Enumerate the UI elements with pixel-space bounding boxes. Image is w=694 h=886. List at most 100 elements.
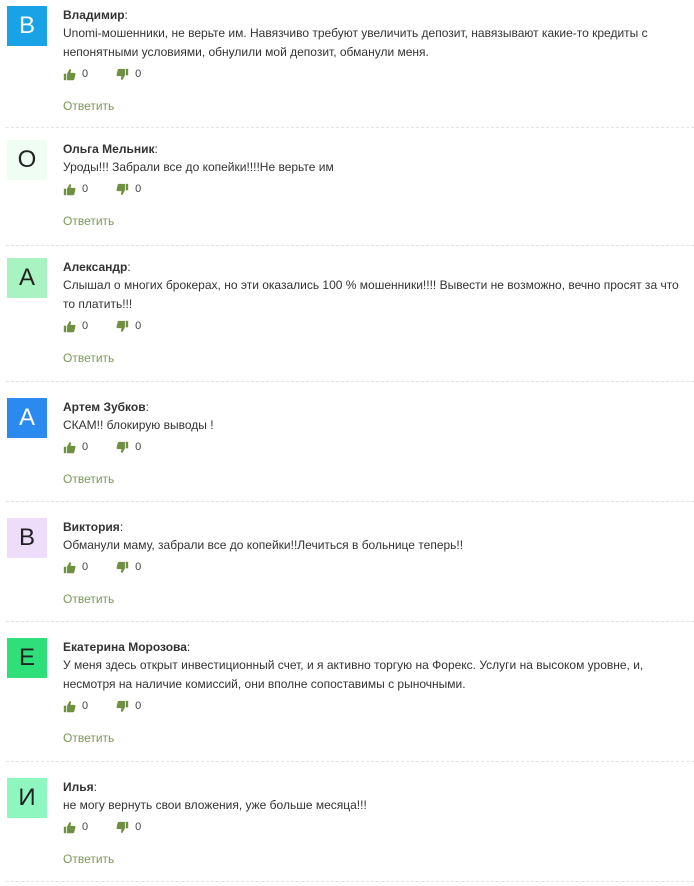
comment-text: СКАМ!! блокирую выводы ! (63, 418, 214, 432)
comment-body: Александр: Слышал о многих брокерах, но … (63, 258, 688, 367)
dislike-button[interactable]: 0 (116, 821, 141, 834)
like-button[interactable]: 0 (63, 700, 88, 713)
reply-link[interactable]: Ответить (63, 851, 114, 867)
avatar: В (7, 6, 47, 46)
avatar: А (7, 258, 47, 298)
thumbs-down-icon (116, 183, 129, 195)
comment-item: А Артем Зубков: СКАМ!! блокирую выводы !… (0, 398, 694, 502)
vote-bar: 0 0 (63, 696, 688, 716)
reply-link[interactable]: Ответить (63, 471, 114, 487)
like-button[interactable]: 0 (63, 441, 88, 454)
reply-link[interactable]: Ответить (63, 213, 114, 229)
thumbs-up-icon (63, 183, 76, 195)
comment-divider (6, 761, 694, 762)
vote-bar: 0 0 (63, 64, 688, 84)
comment-item: В Владимир: Unomi-мошенники, не верьте и… (0, 6, 694, 128)
dislike-button[interactable]: 0 (116, 183, 141, 196)
thumbs-up-icon (63, 821, 76, 833)
dislike-count: 0 (135, 183, 142, 195)
thumbs-down-icon (116, 68, 129, 80)
comment-body: Илья: не могу вернуть свои вложения, уже… (63, 778, 688, 868)
like-count: 0 (82, 320, 89, 332)
like-count: 0 (82, 821, 89, 833)
comment-body: Владимир: Unomi-мошенники, не верьте им.… (63, 6, 688, 115)
dislike-count: 0 (135, 561, 142, 573)
comment-author: Ольга Мельник (63, 142, 155, 156)
comment-author: Артем Зубков (63, 400, 146, 414)
comment-divider (6, 501, 694, 502)
dislike-button[interactable]: 0 (116, 561, 141, 574)
reply-link[interactable]: Ответить (63, 350, 114, 366)
reply-link[interactable]: Ответить (63, 98, 114, 114)
like-count: 0 (82, 68, 89, 80)
thumbs-up-icon (63, 441, 76, 453)
thumbs-down-icon (116, 441, 129, 453)
comment-divider (6, 245, 694, 246)
comment-item: В Виктория: Обманули маму, забрали все д… (0, 518, 694, 622)
dislike-button[interactable]: 0 (116, 68, 141, 81)
author-colon: : (124, 8, 128, 22)
vote-bar: 0 0 (63, 179, 688, 199)
vote-bar: 0 0 (63, 316, 688, 336)
author-colon: : (154, 142, 158, 156)
comment-body: Виктория: Обманули маму, забрали все до … (63, 518, 688, 608)
avatar: И (7, 778, 47, 818)
author-colon: : (127, 260, 131, 274)
dislike-count: 0 (135, 441, 142, 453)
reply-link[interactable]: Ответить (63, 591, 114, 607)
like-count: 0 (82, 441, 89, 453)
comment-text: У меня здесь открыт инвестиционный счет,… (63, 658, 644, 691)
comment-item: А Александр: Слышал о многих брокерах, н… (0, 258, 694, 382)
like-button[interactable]: 0 (63, 561, 88, 574)
comment-item: Е Екатерина Морозова: У меня здесь откры… (0, 638, 694, 762)
comment-item: И Илья: не могу вернуть свои вложения, у… (0, 778, 694, 882)
like-count: 0 (82, 700, 89, 712)
vote-bar: 0 0 (63, 817, 688, 837)
comment-author: Александр (63, 260, 128, 274)
thumbs-down-icon (116, 821, 129, 833)
avatar: А (7, 398, 47, 438)
dislike-count: 0 (135, 320, 142, 332)
author-colon: : (145, 400, 149, 414)
comment-body: Екатерина Морозова: У меня здесь открыт … (63, 638, 688, 747)
comment-text: Обманули маму, забрали все до копейки!!Л… (63, 538, 464, 552)
thumbs-up-icon (63, 700, 76, 712)
like-button[interactable]: 0 (63, 320, 88, 333)
avatar: В (7, 518, 47, 558)
like-button[interactable]: 0 (63, 68, 88, 81)
vote-bar: 0 0 (63, 557, 688, 577)
dislike-button[interactable]: 0 (116, 320, 141, 333)
comment-divider (6, 127, 694, 128)
author-colon: : (93, 780, 97, 794)
comment-text: Unomi-мошенники, не верьте им. Навязчиво… (63, 26, 648, 59)
dislike-button[interactable]: 0 (116, 441, 141, 454)
comment-author: Владимир (63, 8, 125, 22)
author-colon: : (119, 520, 124, 534)
vote-bar: 0 0 (63, 437, 688, 457)
like-count: 0 (82, 183, 89, 195)
author-colon: : (186, 640, 191, 654)
comment-divider (6, 881, 694, 882)
thumbs-down-icon (116, 320, 129, 332)
thumbs-up-icon (63, 320, 76, 332)
avatar: Е (7, 638, 47, 678)
comment-body: Артем Зубков: СКАМ!! блокирую выводы ! 0 (63, 398, 688, 488)
dislike-count: 0 (135, 821, 142, 833)
thumbs-up-icon (63, 68, 76, 80)
comment-item: О Ольга Мельник: Уроды!!! Забрали все до… (0, 140, 694, 246)
comment-body: Ольга Мельник: Уроды!!! Забрали все до к… (63, 140, 688, 230)
comment-author: Илья (63, 780, 94, 794)
avatar: О (7, 140, 47, 180)
reply-link[interactable]: Ответить (63, 730, 114, 746)
dislike-count: 0 (135, 700, 142, 712)
comment-text: Уроды!!! Забрали все до копейки!!!!Не ве… (63, 160, 334, 174)
thumbs-up-icon (63, 561, 76, 573)
comment-text: не могу вернуть свои вложения, уже больш… (63, 798, 367, 812)
like-button[interactable]: 0 (63, 183, 88, 196)
comment-text: Слышал о многих брокерах, но эти оказали… (63, 278, 679, 311)
like-button[interactable]: 0 (63, 821, 88, 834)
like-count: 0 (82, 561, 89, 573)
dislike-count: 0 (135, 68, 142, 80)
dislike-button[interactable]: 0 (116, 700, 141, 713)
thumbs-down-icon (116, 700, 129, 712)
